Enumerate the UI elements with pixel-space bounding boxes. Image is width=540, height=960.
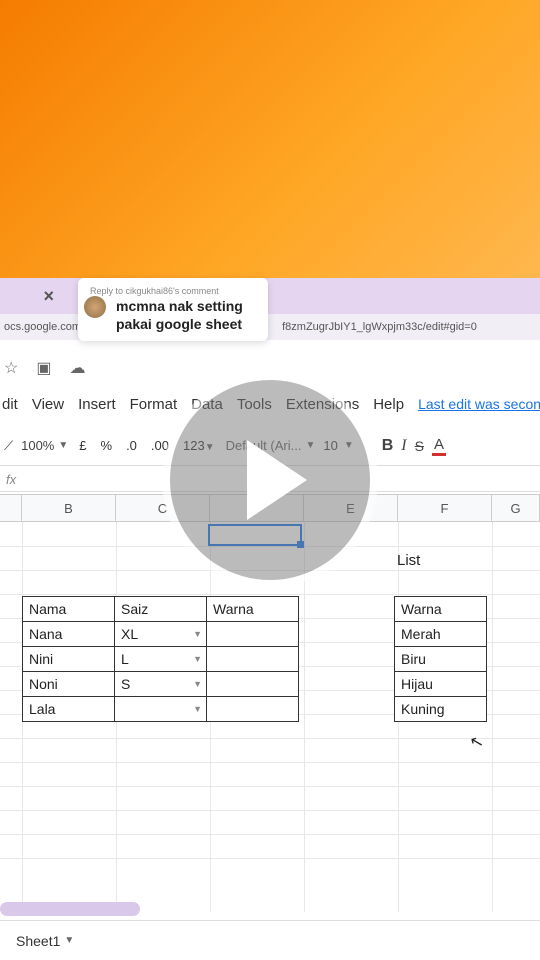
commenter-avatar	[84, 296, 106, 318]
video-play-button[interactable]	[170, 380, 370, 580]
fx-label: fx	[6, 472, 16, 487]
list-item[interactable]: Biru	[395, 647, 487, 672]
cell-warna[interactable]	[207, 622, 299, 647]
strikethrough-button[interactable]: S	[415, 438, 424, 454]
last-edit-link[interactable]: Last edit was seconds ago	[418, 396, 540, 412]
mouse-cursor-icon: ↖	[468, 731, 486, 754]
move-folder-icon[interactable]: ▣	[36, 358, 51, 378]
saiz-value: L	[121, 651, 129, 667]
sheet-tab[interactable]: Sheet1 ▼	[6, 927, 84, 955]
table-row: Lala ▼	[23, 697, 299, 722]
col-header-b[interactable]: B	[22, 495, 116, 521]
text-color-button[interactable]: A	[432, 436, 446, 456]
cell-saiz[interactable]: ▼	[115, 697, 207, 722]
reply-text-2: pakai google sheet	[116, 316, 256, 334]
zoom-select[interactable]: 100% ▼	[21, 438, 68, 453]
main-table: Nama Saiz Warna Nana XL▼ Nini L▼ Noni S▼…	[22, 596, 299, 722]
cell-warna[interactable]	[207, 647, 299, 672]
menu-view[interactable]: View	[32, 396, 64, 413]
reply-to-line: Reply to cikgukhai86's comment	[90, 286, 256, 296]
dropdown-arrow-icon[interactable]: ▼	[193, 629, 202, 639]
header-saiz[interactable]: Saiz	[115, 597, 207, 622]
close-tab-button[interactable]: ×	[0, 286, 68, 307]
italic-button[interactable]: I	[401, 437, 406, 455]
menu-help[interactable]: Help	[373, 396, 404, 413]
cell-nama[interactable]: Lala	[23, 697, 115, 722]
spreadsheet-grid[interactable]: List Nama Saiz Warna Nana XL▼ Nini L▼ No…	[0, 522, 540, 912]
table-row: Noni S▼	[23, 672, 299, 697]
url-right: f8zmZugrJbIY1_lgWxpjm33c/edit#gid=0	[282, 321, 477, 333]
list-item[interactable]: Merah	[395, 622, 487, 647]
menu-insert[interactable]: Insert	[78, 396, 116, 413]
menu-edit[interactable]: dit	[2, 396, 18, 413]
decrease-decimal-button[interactable]: .0	[123, 438, 140, 453]
table-row: Nana XL ▼	[23, 622, 299, 647]
dropdown-arrow-icon[interactable]: ▼	[193, 654, 202, 664]
header-nama[interactable]: Nama	[23, 597, 115, 622]
star-icon[interactable]: ☆	[4, 358, 18, 378]
chevron-down-icon[interactable]: ▼	[64, 935, 74, 946]
currency-button[interactable]: £	[76, 438, 89, 453]
menu-format[interactable]: Format	[130, 396, 178, 413]
list-item[interactable]: Hijau	[395, 672, 487, 697]
header-warna[interactable]: Warna	[207, 597, 299, 622]
cell-nama[interactable]: Nini	[23, 647, 115, 672]
percent-button[interactable]: %	[98, 438, 116, 453]
sheet-tab-label: Sheet1	[16, 933, 60, 949]
cell-saiz[interactable]: L▼	[115, 647, 207, 672]
cloud-status-icon[interactable]: ☁	[69, 358, 85, 378]
cell-warna[interactable]	[207, 672, 299, 697]
url-left: ocs.google.com/	[4, 321, 84, 333]
cell-warna[interactable]	[207, 697, 299, 722]
col-header-f[interactable]: F	[398, 495, 492, 521]
saiz-value: XL	[121, 626, 138, 642]
col-header-g[interactable]: G	[492, 495, 540, 521]
list-header[interactable]: Warna	[395, 597, 487, 622]
reply-text-1: mcmna nak setting	[116, 298, 256, 316]
paint-format-icon[interactable]: ⟋	[4, 438, 13, 454]
increase-decimal-button[interactable]: .00	[148, 438, 172, 453]
chevron-down-icon: ▼	[58, 440, 68, 451]
zoom-value: 100%	[21, 438, 54, 453]
dropdown-arrow-icon[interactable]: ▼	[193, 704, 202, 714]
cell-saiz[interactable]: XL ▼	[115, 622, 207, 647]
saiz-value: S	[121, 676, 130, 692]
bold-button[interactable]: B	[382, 437, 394, 455]
cell-nama[interactable]: Nana	[23, 622, 115, 647]
list-heading: List	[397, 552, 420, 569]
list-table: Warna Merah Biru Hijau Kuning	[394, 596, 487, 722]
dropdown-arrow-icon[interactable]: ▼	[193, 679, 202, 689]
cell-saiz[interactable]: S▼	[115, 672, 207, 697]
horizontal-scrollbar[interactable]	[0, 902, 140, 916]
list-item[interactable]: Kuning	[395, 697, 487, 722]
play-icon	[247, 440, 307, 520]
cell-nama[interactable]: Noni	[23, 672, 115, 697]
sheet-tabs-bar: Sheet1 ▼	[0, 920, 540, 960]
comment-reply-bubble: Reply to cikgukhai86's comment mcmna nak…	[78, 278, 268, 341]
table-row: Nini L▼	[23, 647, 299, 672]
row-corner[interactable]	[0, 495, 22, 521]
